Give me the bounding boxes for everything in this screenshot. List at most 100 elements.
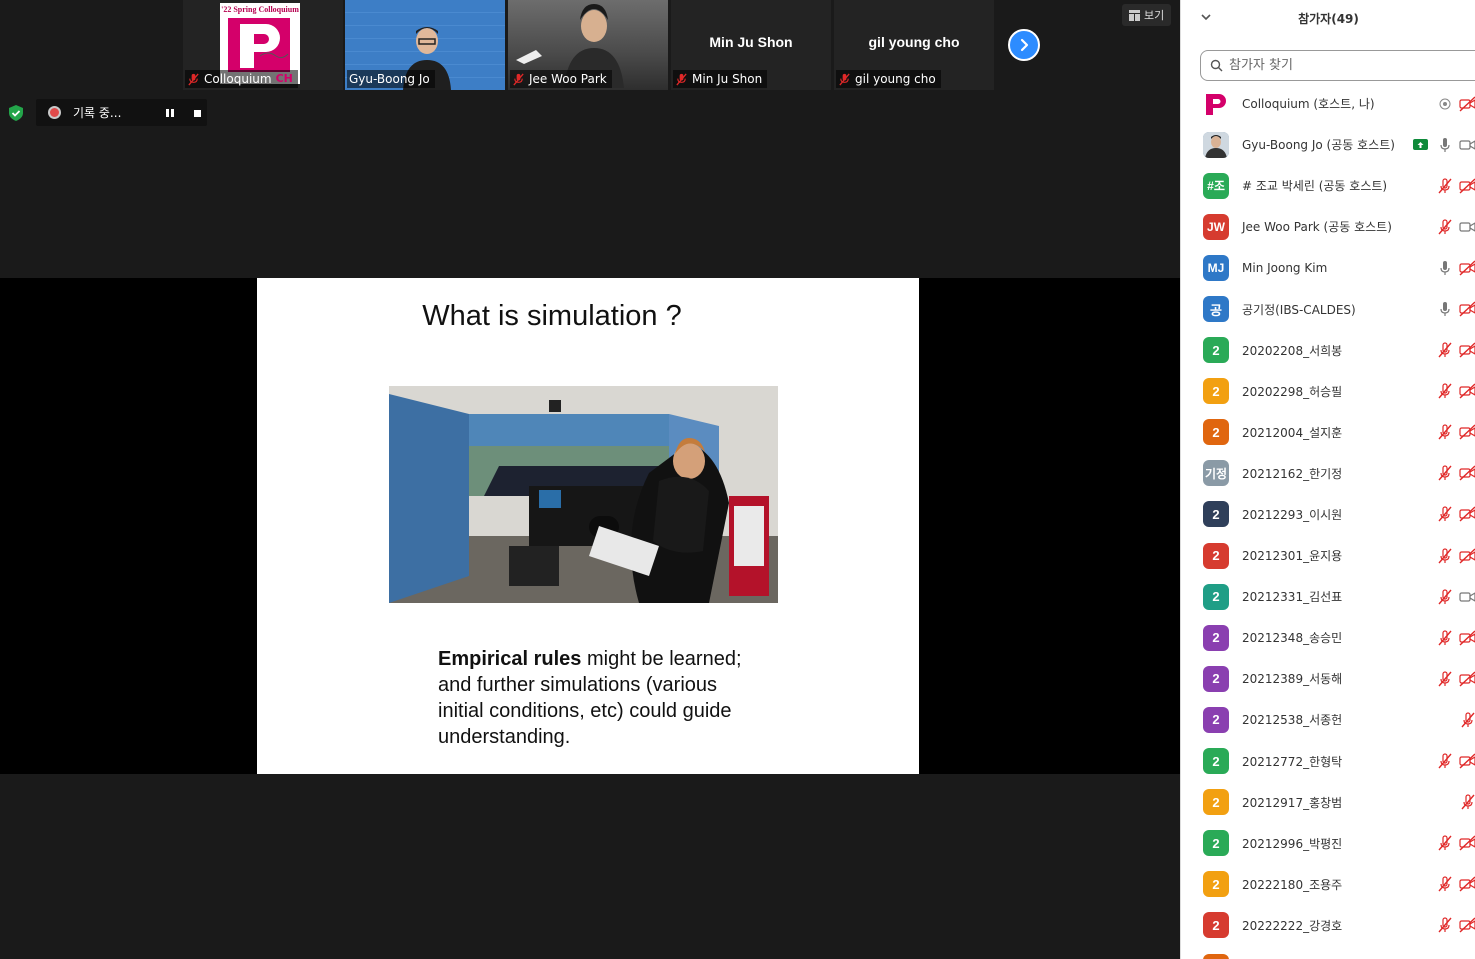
- participant-name: 20212348_송승민: [1242, 631, 1343, 646]
- participant-row[interactable]: 2 20212996_박평진: [1181, 823, 1475, 864]
- video-status[interactable]: [1459, 178, 1475, 194]
- pause-recording-button[interactable]: [162, 105, 178, 121]
- participant-row[interactable]: 2 20212917_홍창범: [1181, 782, 1475, 823]
- video-status[interactable]: [1459, 506, 1475, 522]
- participant-row[interactable]: 2: [1181, 946, 1475, 959]
- participant-row[interactable]: 공 공기정(IBS-CALDES): [1181, 288, 1475, 329]
- mic-status[interactable]: [1438, 917, 1452, 933]
- participant-name: 20212301_윤지용: [1242, 549, 1343, 564]
- mic-status[interactable]: [1438, 506, 1452, 522]
- mic-status[interactable]: [1438, 137, 1452, 153]
- mic-status[interactable]: [1438, 465, 1452, 481]
- mic-status[interactable]: [1438, 547, 1452, 564]
- video-status[interactable]: [1459, 876, 1475, 892]
- video-status[interactable]: [1459, 753, 1475, 769]
- video-status[interactable]: [1459, 671, 1475, 687]
- video-off-icon: [1459, 342, 1475, 358]
- participant-row[interactable]: 2 20212301_윤지용: [1181, 535, 1475, 576]
- participant-row[interactable]: Colloquium (호스트, 나): [1181, 83, 1475, 124]
- shield-check-icon[interactable]: [7, 104, 25, 122]
- participant-row[interactable]: 2 20212331_김선표: [1181, 576, 1475, 617]
- video-off-icon: [1459, 383, 1475, 399]
- video-status[interactable]: [1459, 383, 1475, 399]
- avatar: MJ: [1203, 254, 1229, 281]
- participant-row[interactable]: JW Jee Woo Park (공동 호스트): [1181, 206, 1475, 247]
- video-status[interactable]: [1459, 589, 1475, 605]
- mic-status[interactable]: [1438, 219, 1452, 235]
- mic-muted-icon: [838, 73, 851, 86]
- participant-name: Gyu-Boong Jo: [349, 72, 430, 86]
- video-status[interactable]: [1459, 465, 1475, 481]
- mic-muted-icon: [1438, 671, 1452, 687]
- postech-p-logo-icon: [228, 18, 290, 72]
- participant-row[interactable]: #조 # 조교 박세린 (공동 호스트): [1181, 165, 1475, 206]
- participant-row[interactable]: 2 20212004_설지훈: [1181, 412, 1475, 453]
- video-status[interactable]: [1459, 342, 1475, 358]
- video-status[interactable]: [1459, 548, 1475, 564]
- participant-name: 20212162_한기정: [1242, 466, 1343, 481]
- participant-name: gil young cho: [855, 72, 936, 86]
- mic-status[interactable]: [1438, 630, 1452, 646]
- stop-recording-button[interactable]: [189, 105, 205, 121]
- avatar: 2: [1203, 624, 1229, 651]
- mic-status[interactable]: [1438, 671, 1452, 687]
- participant-row[interactable]: 2 20212538_서종헌: [1181, 699, 1475, 740]
- participant-row[interactable]: 2 20212389_서동해: [1181, 658, 1475, 699]
- participant-row[interactable]: 2 20202208_서희봉: [1181, 330, 1475, 371]
- participant-row[interactable]: 2 20222222_강경호: [1181, 905, 1475, 946]
- video-status[interactable]: [1461, 712, 1475, 728]
- mic-status[interactable]: [1438, 835, 1452, 851]
- participant-row[interactable]: 2 20222180_조용주: [1181, 864, 1475, 905]
- mic-status[interactable]: [1438, 96, 1452, 112]
- name-tag: Colloquium CH: [185, 70, 298, 88]
- video-thumbnail-gyu-boong-jo[interactable]: Gyu-Boong Jo: [345, 0, 505, 90]
- participant-row[interactable]: 2 20212348_송승민: [1181, 617, 1475, 658]
- mic-status[interactable]: [1438, 301, 1452, 317]
- avatar: 공: [1203, 296, 1229, 323]
- avatar: [1203, 90, 1229, 117]
- participant-row[interactable]: Gyu-Boong Jo (공동 호스트): [1181, 124, 1475, 165]
- participant-search-input[interactable]: [1229, 58, 1459, 73]
- view-button[interactable]: 보기: [1122, 4, 1172, 26]
- mic-status[interactable]: [1438, 753, 1452, 769]
- mic-status[interactable]: [1438, 383, 1452, 399]
- video-thumbnail-colloquium[interactable]: '22 Spring Colloquium Colloquium CH: [183, 0, 343, 90]
- video-status[interactable]: [1459, 630, 1475, 646]
- participant-search-box[interactable]: [1200, 50, 1475, 81]
- participant-row[interactable]: MJ Min Joong Kim: [1181, 247, 1475, 288]
- video-status[interactable]: [1459, 835, 1475, 851]
- video-camera-icon: [1459, 222, 1475, 232]
- video-status[interactable]: [1459, 260, 1475, 276]
- mic-muted-icon: [187, 73, 200, 86]
- video-status[interactable]: [1459, 301, 1475, 317]
- participant-name: 20212538_서종헌: [1242, 713, 1343, 728]
- video-status[interactable]: [1459, 219, 1475, 235]
- video-thumbnail-min-ju-shon[interactable]: Min Ju Shon Min Ju Shon: [671, 0, 831, 90]
- participant-row[interactable]: 2 20212293_이시원: [1181, 494, 1475, 535]
- video-status[interactable]: [1459, 917, 1475, 933]
- mic-status[interactable]: [1438, 178, 1452, 194]
- video-status[interactable]: [1459, 424, 1475, 440]
- next-page-button[interactable]: [1008, 29, 1040, 61]
- participant-row[interactable]: 2 20202298_허승필: [1181, 371, 1475, 412]
- participant-name: # 조교 박세린 (공동 호스트): [1242, 179, 1388, 194]
- video-thumbnail-jee-woo-park[interactable]: Jee Woo Park: [508, 0, 668, 90]
- avatar: 2: [1203, 542, 1229, 569]
- video-status[interactable]: [1459, 96, 1475, 112]
- mic-status[interactable]: [1438, 876, 1452, 892]
- mic-status[interactable]: [1438, 260, 1452, 276]
- mic-status[interactable]: [1438, 589, 1452, 605]
- mic-status[interactable]: [1438, 424, 1452, 440]
- video-off-icon: [1459, 96, 1475, 112]
- avatar: 2: [1203, 748, 1229, 775]
- mic-status[interactable]: [1438, 342, 1452, 358]
- chevron-right-icon: [1020, 38, 1029, 52]
- video-thumbnail-gil-young-cho[interactable]: gil young cho gil young cho: [834, 0, 994, 90]
- participant-row[interactable]: 2 20212772_한형탁: [1181, 741, 1475, 782]
- participant-row[interactable]: 기정 20212162_한기정: [1181, 453, 1475, 494]
- video-status[interactable]: [1461, 794, 1475, 810]
- video-off-icon: [1459, 835, 1475, 851]
- video-status[interactable]: [1459, 137, 1475, 153]
- name-tag: Jee Woo Park: [510, 70, 612, 88]
- video-camera-icon: [1459, 139, 1475, 150]
